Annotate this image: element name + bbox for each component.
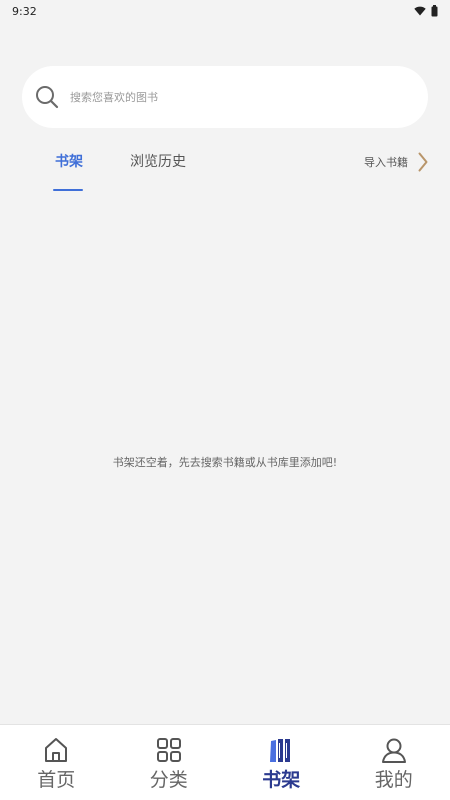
wifi-icon	[414, 6, 426, 16]
battery-icon	[431, 5, 438, 17]
status-time: 9:32	[12, 4, 37, 18]
category-grid-icon	[154, 735, 184, 765]
tab-bookshelf[interactable]: 书架	[55, 153, 83, 171]
nav-item-home[interactable]: 首页	[0, 725, 113, 800]
empty-bookshelf-message: 书架还空着，先去搜索书籍或从书库里添加吧!	[112, 456, 338, 469]
search-icon	[34, 84, 60, 110]
nav-label-bookshelf: 书架	[262, 769, 301, 791]
import-books-button[interactable]: 导入书籍	[364, 150, 428, 174]
search-input[interactable]: 搜索您喜欢的图书	[70, 89, 158, 105]
status-icons	[414, 5, 438, 17]
profile-icon	[379, 735, 409, 765]
nav-label-home: 首页	[37, 769, 76, 791]
bottom-nav: 首页 分类 书架 我的	[0, 724, 450, 800]
tab-active-indicator	[53, 189, 83, 191]
nav-label-category: 分类	[149, 769, 188, 791]
nav-item-profile[interactable]: 我的	[338, 725, 450, 800]
nav-item-bookshelf[interactable]: 书架	[225, 725, 338, 800]
bookshelf-icon	[266, 735, 296, 765]
search-bar[interactable]: 搜索您喜欢的图书	[22, 66, 428, 128]
home-icon	[41, 735, 71, 765]
status-bar: 9:32	[0, 0, 450, 22]
nav-label-profile: 我的	[374, 769, 413, 791]
chevron-right-icon	[418, 152, 428, 172]
import-books-label: 导入书籍	[364, 156, 408, 169]
nav-item-category[interactable]: 分类	[113, 725, 226, 800]
tab-browse-history[interactable]: 浏览历史	[130, 153, 186, 171]
